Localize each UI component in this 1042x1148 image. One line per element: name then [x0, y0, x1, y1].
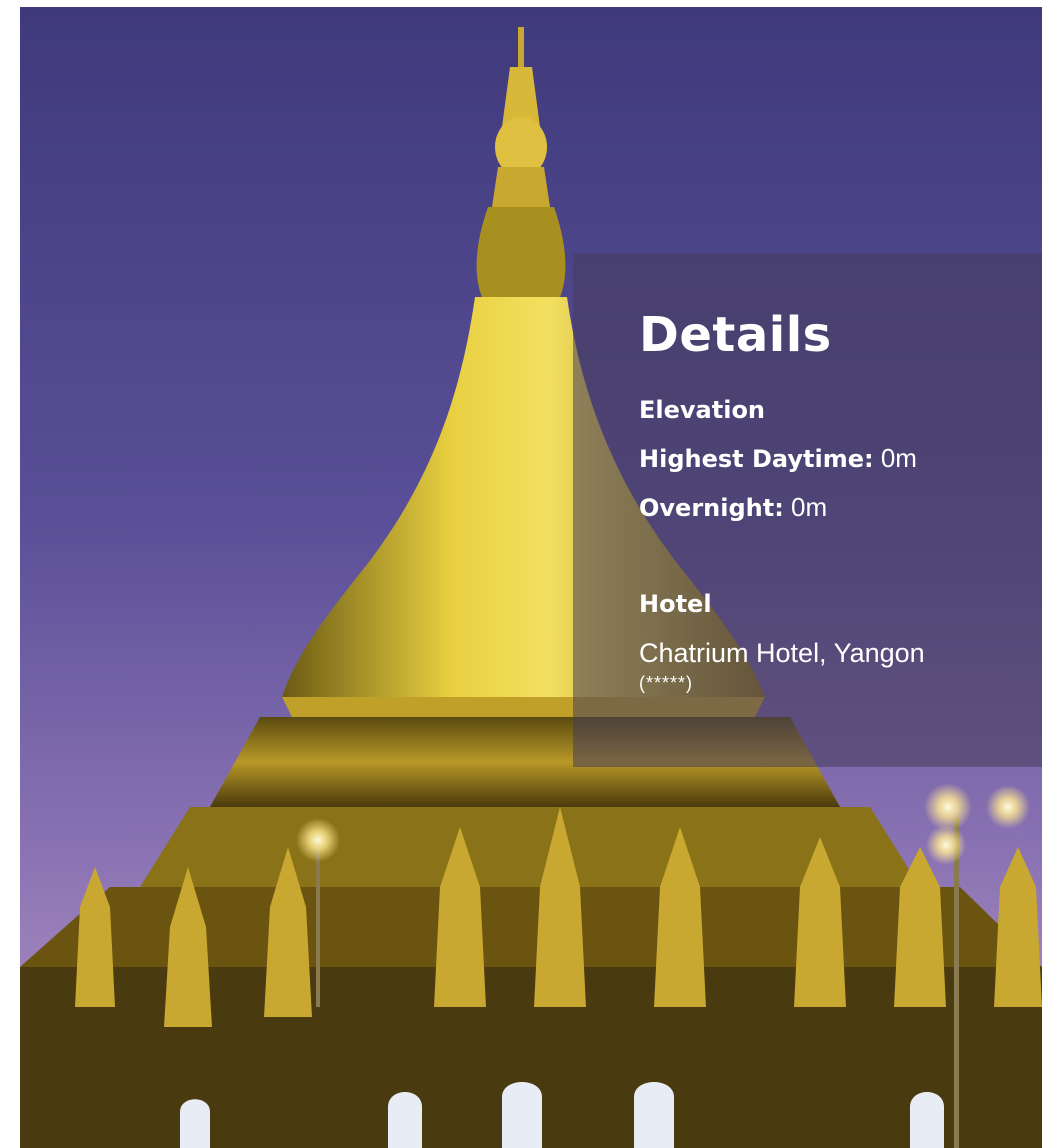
- overnight-value: 0m: [791, 491, 828, 522]
- hotel-rating: (*****): [639, 672, 694, 693]
- highest-daytime-label: Highest Daytime:: [639, 444, 874, 473]
- overnight-label: Overnight:: [639, 493, 784, 522]
- details-title: Details: [639, 307, 832, 363]
- hotel-name: Chatrium Hotel, Yangon: [639, 637, 925, 668]
- elevation-heading: Elevation: [639, 395, 766, 424]
- hotel-heading: Hotel: [639, 589, 712, 618]
- details-panel: Details Elevation Highest Daytime: 0m Ov…: [573, 253, 1042, 767]
- overnight-row: Overnight: 0m: [639, 483, 1042, 532]
- highest-daytime-row: Highest Daytime: 0m: [639, 434, 1042, 483]
- highest-daytime-value: 0m: [880, 442, 917, 473]
- hero-frame: Details Elevation Highest Daytime: 0m Ov…: [20, 7, 1042, 1148]
